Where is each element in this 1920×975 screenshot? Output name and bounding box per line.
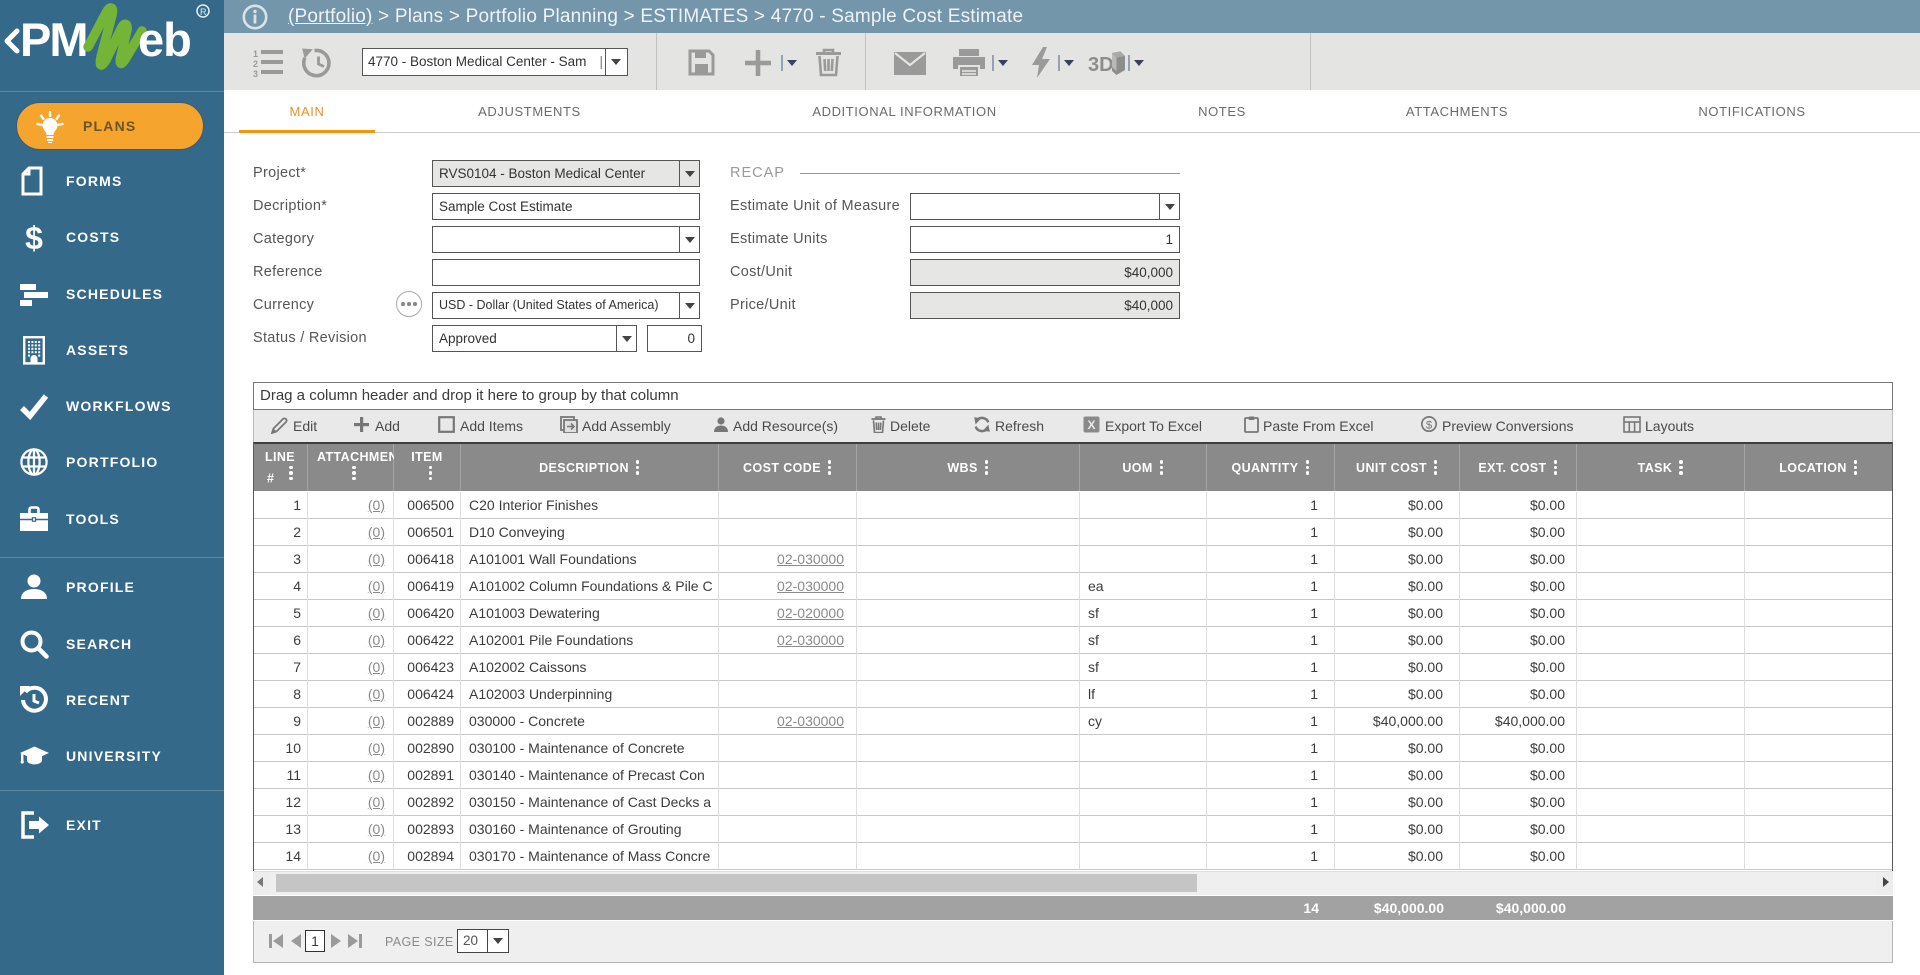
svg-text:$: $ (25, 221, 43, 253)
svg-text:eb: eb (138, 13, 191, 66)
svg-text:2: 2 (253, 59, 258, 69)
svg-text:R: R (200, 7, 207, 17)
svg-text:$: $ (1426, 419, 1433, 431)
svg-text:PM: PM (20, 13, 87, 66)
svg-text:X: X (1087, 418, 1095, 432)
svg-text:1: 1 (253, 49, 258, 59)
svg-text:3D: 3D (1088, 54, 1114, 76)
svg-text:3: 3 (253, 69, 258, 77)
